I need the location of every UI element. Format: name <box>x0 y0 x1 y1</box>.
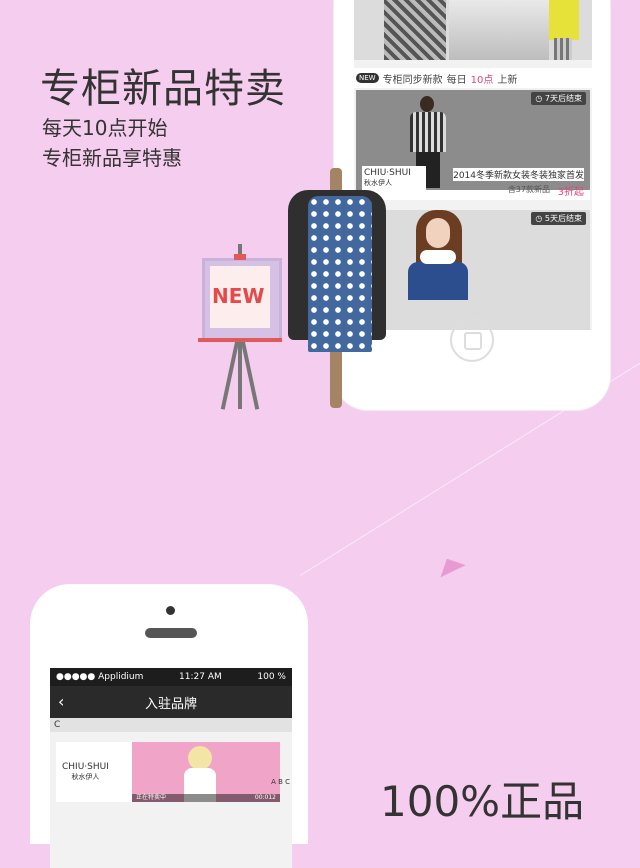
card-photo <box>356 210 590 330</box>
clock-icon: ◷ <box>535 214 545 223</box>
authentic-headline: 100%正品 <box>380 777 585 826</box>
section-header: NEW 专柜同步新款 每日 10点 上新 <box>354 68 592 88</box>
model-top <box>408 262 468 300</box>
section-time: 10点 <box>470 74 494 86</box>
easel-clip <box>234 254 246 260</box>
section-text-2: 每日 <box>446 74 467 86</box>
brand-strip-left: 正在特卖中 <box>136 794 167 801</box>
decorative-triangle <box>434 552 466 578</box>
clock-badge: ◷ 5天后结束 <box>531 212 586 225</box>
phone-screen: ●●●●● Applidium 11:27 AM 100 % ‹ 入驻品牌 C … <box>50 668 292 868</box>
section-text-1: 专柜同步新款 <box>382 74 443 86</box>
model-collar <box>420 250 456 264</box>
polka-dot-dress <box>308 196 372 352</box>
hero-title: 专柜新品特卖 <box>40 66 286 112</box>
badge-text: 7天后结束 <box>544 94 582 103</box>
phone-mockup-bottom: ●●●●● Applidium 11:27 AM 100 % ‹ 入驻品牌 C … <box>30 584 308 868</box>
banner-yellow-coat-image <box>549 0 579 40</box>
banner-scene-image <box>449 0 549 60</box>
easel-leg-left <box>220 340 240 410</box>
brand-logo-text: CHIU·SHUI <box>62 762 109 772</box>
back-chevron-icon[interactable]: ‹ <box>58 692 64 711</box>
status-bar: ●●●●● Applidium 11:27 AM 100 % <box>50 668 292 686</box>
brand-image: 正在特卖中 00:012 <box>132 742 280 802</box>
brand-card[interactable]: CHIU·SHUI 秋水伊人 正在特卖中 00:012 <box>56 742 280 802</box>
nav-title: 入驻品牌 <box>144 696 197 712</box>
clock-badge: ◷ 7天后结束 <box>531 92 586 105</box>
nav-bar: ‹ 入驻品牌 <box>50 686 292 718</box>
brand-logo-text: CHIU·SHUI <box>364 168 411 178</box>
model-hair <box>188 746 212 770</box>
brand-strip-right: 00:012 <box>254 794 276 801</box>
banner-carousel[interactable] <box>354 0 592 60</box>
alphabet-index[interactable]: A B C <box>271 778 290 787</box>
phone-screen: NEW 专柜同步新款 每日 10点 上新 ◷ 7天后结束 CHIU·SHUI 秋水伊… <box>354 0 592 330</box>
model-sweater <box>410 112 446 152</box>
card-count: 含37款新品 <box>507 185 550 194</box>
battery-text: 100 % <box>257 672 286 682</box>
section-text-3: 上新 <box>497 74 518 86</box>
brand-strip: 正在特卖中 00:012 <box>132 794 280 802</box>
banner-legs-image <box>554 38 572 60</box>
model-face <box>426 218 450 248</box>
badge-text: 5天后结束 <box>544 214 582 223</box>
brand-logo-cn: 秋水伊人 <box>71 773 100 781</box>
hero-subtitle-2: 专柜新品享特惠 <box>42 146 182 170</box>
section-letter: C <box>50 718 292 732</box>
card-discount: 3折起 <box>557 187 584 198</box>
hero-subtitle-1: 每天10点开始 <box>42 116 168 140</box>
brand-logo: CHIU·SHUI 秋水伊人 <box>362 166 426 190</box>
easel-shelf <box>198 338 282 342</box>
carrier-text: ●●●●● Applidium <box>56 672 144 682</box>
speaker-grill <box>145 628 197 638</box>
banner-coat-image <box>384 0 446 60</box>
status-time: 11:27 AM <box>179 672 222 682</box>
sale-card[interactable]: ◷ 5天后结束 <box>356 210 590 330</box>
home-button[interactable] <box>450 318 494 362</box>
brand-logo-cn: 秋水伊人 <box>364 179 392 187</box>
model-head <box>420 96 434 112</box>
new-tag: NEW <box>356 73 379 83</box>
model-figure <box>396 210 476 330</box>
camera-dot <box>166 606 175 615</box>
brand-logo: CHIU·SHUI 秋水伊人 <box>62 762 109 782</box>
easel-leg-right <box>240 340 260 410</box>
new-sign-text: NEW <box>212 284 265 308</box>
clock-icon: ◷ <box>535 94 545 103</box>
sale-card[interactable]: ◷ 7天后结束 CHIU·SHUI 秋水伊人 2014冬季新款女装冬装独家首发 … <box>356 90 590 200</box>
card-title: 2014冬季新款女装冬装独家首发 <box>453 168 584 181</box>
